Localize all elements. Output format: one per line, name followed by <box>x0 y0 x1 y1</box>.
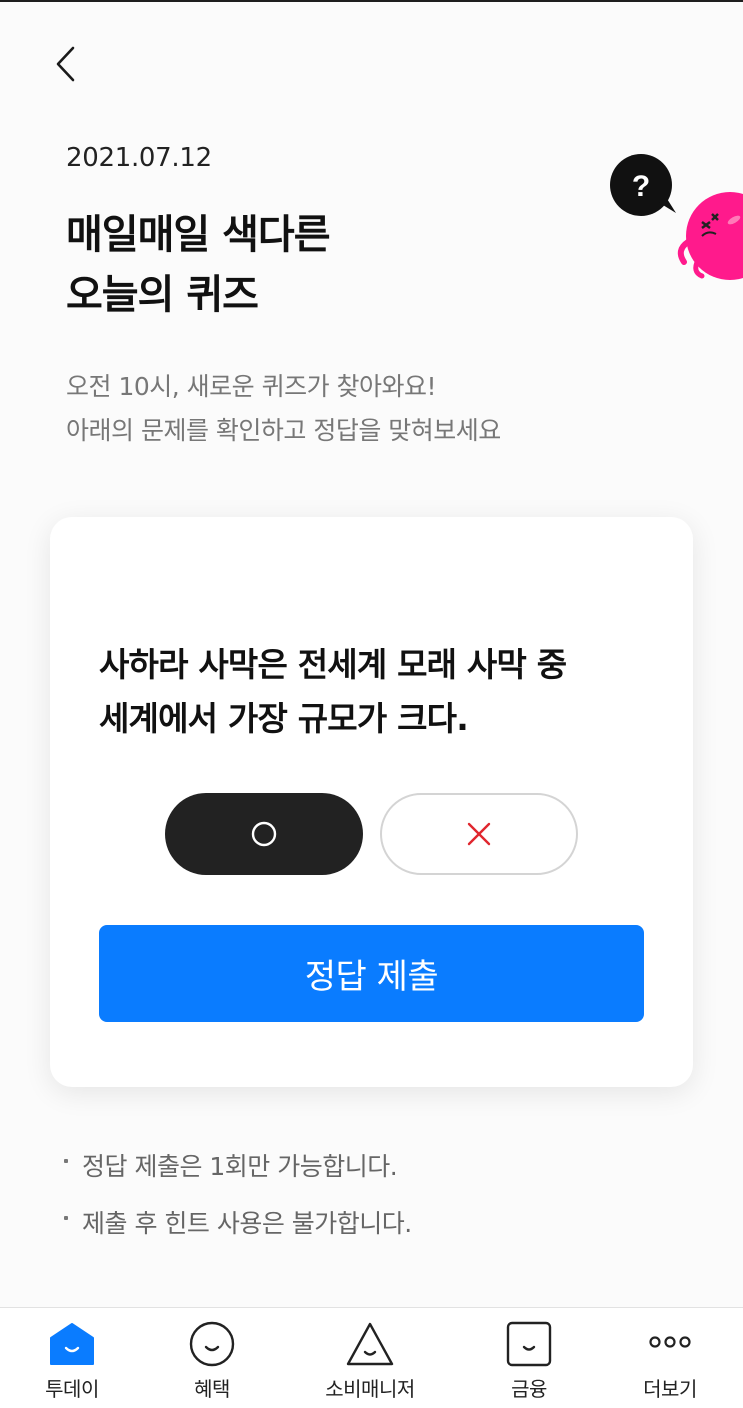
home-icon <box>50 1323 94 1365</box>
page-subtitle: 오전 10시, 새로운 퀴즈가 찾아와요! 아래의 문제를 확인하고 정답을 맞… <box>66 365 501 453</box>
question-line: 사하라 사막은 전세계 모래 사막 중 <box>99 645 567 684</box>
nav-label: 더보기 <box>643 1377 697 1401</box>
smile-circle-icon <box>189 1321 235 1367</box>
nav-item-today[interactable]: 투데이 <box>2 1308 142 1408</box>
question-bubble-icon: ? <box>610 154 676 216</box>
cross-x-icon <box>467 822 491 846</box>
nav-label: 금융 <box>511 1377 547 1401</box>
back-button[interactable] <box>46 40 90 88</box>
quiz-screen: 2021.07.12 매일매일 색다른 오늘의 퀴즈 오전 10시, 새로운 퀴… <box>0 0 743 1408</box>
quiz-card: 사하라 사막은 전세계 모래 사막 중 세계에서 가장 규모가 크다. 정답 제… <box>50 517 693 1087</box>
chevron-left-icon <box>56 46 75 82</box>
nav-item-finance[interactable]: 금융 <box>459 1308 599 1408</box>
answer-o-button[interactable] <box>165 793 363 875</box>
square-face-icon <box>506 1321 552 1367</box>
nav-label: 투데이 <box>45 1377 99 1401</box>
nav-label: 혜택 <box>194 1377 230 1401</box>
bullet-dot <box>64 1158 68 1163</box>
quiz-question: 사하라 사막은 전세계 모래 사막 중 세계에서 가장 규모가 크다. <box>99 638 567 746</box>
note-item: 정답 제출은 1회만 가능합니다. <box>64 1138 412 1195</box>
submit-answer-button[interactable]: 정답 제출 <box>99 925 644 1022</box>
question-line: 세계에서 가장 규모가 크다. <box>99 699 469 738</box>
title-line: 오늘의 퀴즈 <box>66 272 259 318</box>
nav-item-benefits[interactable]: 혜택 <box>142 1308 282 1408</box>
quiz-mascot-illustration: ? <box>610 154 743 280</box>
more-dots-icon <box>649 1336 691 1348</box>
status-divider <box>0 0 743 2</box>
subtitle-line: 오전 10시, 새로운 퀴즈가 찾아와요! <box>66 372 437 401</box>
question-mark: ? <box>632 170 650 203</box>
pink-mascot <box>677 192 743 280</box>
note-text: 제출 후 힌트 사용은 불가합니다. <box>82 1209 412 1238</box>
quiz-date: 2021.07.12 <box>66 143 212 173</box>
subtitle-line: 아래의 문제를 확인하고 정답을 맞혀보세요 <box>66 416 501 445</box>
quiz-notes: 정답 제출은 1회만 가능합니다. 제출 후 힌트 사용은 불가합니다. <box>64 1138 412 1252</box>
bottom-nav: 투데이 혜택 소비매니저 금융 더보기 <box>0 1307 743 1408</box>
note-item: 제출 후 힌트 사용은 불가합니다. <box>64 1195 412 1252</box>
triangle-face-icon <box>346 1322 394 1366</box>
bullet-dot <box>64 1215 68 1220</box>
title-line: 매일매일 색다른 <box>66 212 331 258</box>
note-text: 정답 제출은 1회만 가능합니다. <box>82 1152 398 1181</box>
nav-label: 소비매니저 <box>325 1377 415 1401</box>
answer-x-button[interactable] <box>380 793 578 875</box>
circle-o-icon <box>251 821 277 847</box>
page-title: 매일매일 색다른 오늘의 퀴즈 <box>66 205 331 325</box>
nav-item-more[interactable]: 더보기 <box>600 1308 740 1408</box>
nav-item-spending-manager[interactable]: 소비매니저 <box>300 1308 440 1408</box>
